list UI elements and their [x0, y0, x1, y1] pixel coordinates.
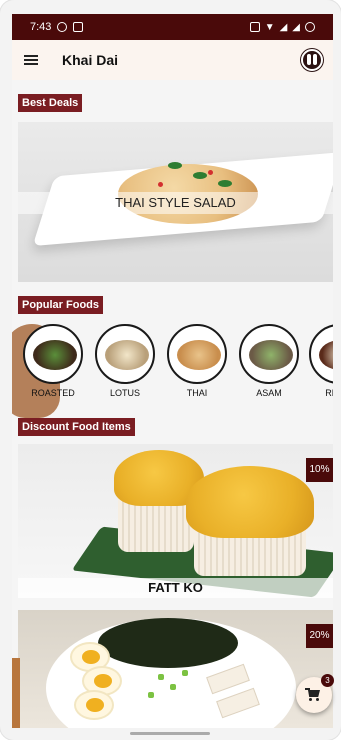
food-thumbnail	[309, 324, 333, 384]
status-time: 7:43	[30, 21, 52, 33]
banner-caption: THAI STYLE SALAD	[18, 192, 333, 214]
herb-garnish	[193, 172, 207, 179]
home-indicator[interactable]	[130, 732, 210, 735]
food-name: ROASTED	[31, 388, 75, 398]
discount-caption: FATT KO	[18, 578, 333, 598]
signal-icon: ◢	[279, 21, 288, 33]
popular-food-item[interactable]: THAI	[166, 324, 228, 398]
muffin-top	[186, 466, 314, 538]
section-title-best-deals: Best Deals	[18, 94, 83, 112]
cart-button[interactable]: 3	[296, 674, 334, 713]
discount-card[interactable]: 10% FATT KO	[18, 444, 333, 598]
discount-badge: 10%	[306, 458, 333, 482]
wifi-icon: ▼	[264, 21, 275, 33]
section-title-popular-foods: Popular Foods	[18, 296, 103, 314]
popular-food-item[interactable]: LOTUS	[94, 324, 156, 398]
profile-icon[interactable]	[301, 49, 323, 71]
signal-icon-2: ◢	[292, 21, 300, 33]
scallion-topping	[182, 670, 188, 676]
facebook-notification-icon	[57, 22, 68, 32]
herb-garnish	[168, 162, 182, 169]
section-title-discount-items: Discount Food Items	[18, 418, 135, 436]
food-name: LOTUS	[109, 388, 140, 398]
herb-garnish	[218, 180, 232, 187]
food-name: ASAM	[256, 388, 282, 398]
decorative-strip	[12, 658, 20, 728]
food-thumbnail	[95, 324, 155, 384]
discount-card[interactable]: 20%	[18, 610, 333, 728]
popular-food-item[interactable]: ROASTED	[22, 324, 84, 398]
chili-garnish	[158, 182, 163, 187]
scallion-topping	[148, 692, 154, 698]
chili-garnish	[208, 170, 213, 175]
image-notification-icon	[73, 22, 84, 32]
food-name: THAI	[186, 388, 208, 398]
food-thumbnail	[167, 324, 227, 384]
nfc-icon	[249, 22, 260, 32]
egg-topping	[74, 690, 114, 720]
best-deal-banner[interactable]: THAI STYLE SALAD	[18, 122, 333, 282]
app-title: Khai Dai	[62, 52, 119, 68]
app-bar: Khai Dai	[12, 40, 333, 80]
food-name: RED B	[325, 388, 333, 398]
scallion-topping	[170, 684, 176, 690]
food-thumbnail	[239, 324, 299, 384]
scallion-topping	[158, 674, 164, 680]
status-bar: 7:43 ▼ ◢ ◢	[12, 14, 333, 40]
menu-icon[interactable]	[24, 55, 38, 65]
food-thumbnail	[23, 324, 83, 384]
phone-frame: 7:43 ▼ ◢ ◢ Khai Dai Best Deals THAI STYL…	[0, 0, 341, 740]
popular-food-item[interactable]: RED B	[308, 324, 333, 398]
seaweed-topping	[98, 618, 238, 668]
popular-food-item[interactable]: ASAM	[238, 324, 300, 398]
discount-badge: 20%	[306, 624, 333, 648]
battery-icon	[305, 22, 315, 32]
main-content[interactable]: Best Deals THAI STYLE SALAD Popular Food…	[12, 80, 333, 728]
cart-icon	[305, 688, 321, 701]
cart-count-badge: 3	[321, 674, 334, 687]
popular-foods-carousel[interactable]: ROASTED LOTUS THAI ASAM R	[12, 324, 333, 418]
